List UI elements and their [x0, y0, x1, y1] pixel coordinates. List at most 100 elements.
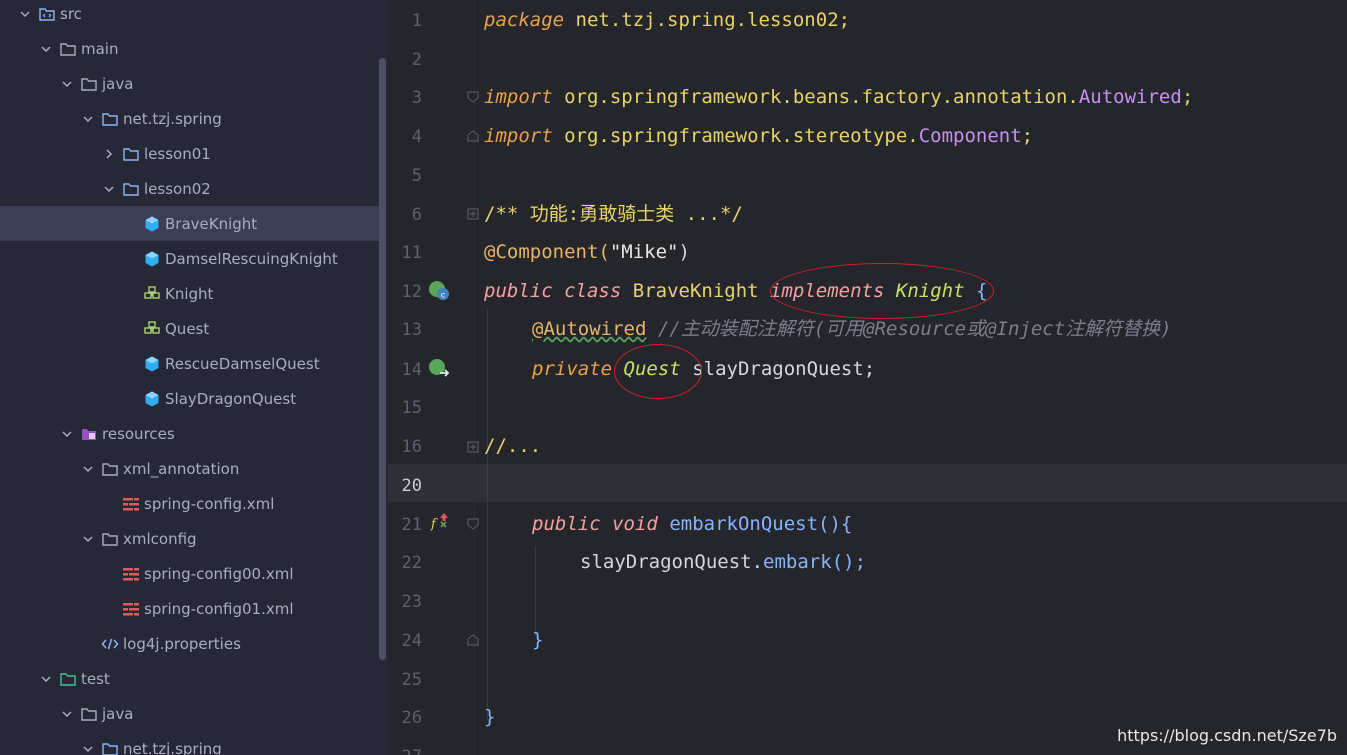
chevron-down-icon[interactable] — [81, 742, 95, 755]
tree-item[interactable]: BraveKnight — [0, 206, 380, 241]
line-number: 6 — [411, 205, 422, 225]
tree-item-label: spring-config.xml — [144, 494, 275, 513]
fold-open-icon[interactable] — [467, 518, 479, 530]
chevron-down-icon[interactable] — [39, 42, 53, 56]
folder-icon — [80, 705, 98, 723]
tree-item-label: DamselRescuingKnight — [165, 249, 338, 268]
tree-item[interactable]: xml_annotation — [0, 451, 388, 486]
fold-expand-icon[interactable] — [467, 441, 479, 453]
code-line-11[interactable]: @Component("Mike") — [484, 233, 690, 271]
tree-item[interactable]: net.tzj.spring — [0, 101, 388, 136]
sidebar-scrollbar[interactable] — [379, 58, 386, 660]
keyword: void — [612, 513, 658, 535]
code-line-3[interactable]: import org.springframework.beans.factory… — [484, 78, 1193, 116]
package-folder-icon — [101, 740, 119, 755]
tree-item[interactable]: xmlconfig — [0, 521, 388, 556]
chevron-down-icon[interactable] — [81, 112, 95, 126]
code-line-1[interactable]: package net.tzj.spring.lesson02; — [484, 1, 850, 39]
tree-item[interactable]: spring-config00.xml — [0, 556, 388, 591]
folder-icon — [101, 460, 119, 478]
tree-item[interactable]: net.tzj.spring — [0, 731, 388, 755]
tree-item-label: log4j.properties — [123, 634, 241, 653]
line-number: 5 — [411, 166, 422, 186]
brace: } — [484, 706, 496, 728]
implements-gutter-icon[interactable]: c — [428, 279, 450, 301]
chevron-down-icon[interactable] — [18, 7, 32, 21]
code-line-22[interactable]: slayDragonQuest.embark(); — [580, 543, 866, 581]
svg-text:f: f — [430, 517, 438, 532]
class-name: BraveKnight — [632, 280, 759, 302]
chevron-down-icon[interactable] — [39, 672, 53, 686]
folder-icon — [80, 75, 98, 93]
collapsed-region[interactable]: //... — [484, 435, 541, 457]
fold-close-icon[interactable] — [467, 130, 479, 142]
tree-item-label: spring-config01.xml — [144, 599, 294, 618]
keyword: package — [484, 9, 565, 31]
collapsed-doc-comment[interactable]: /** 功能:勇敢骑士类 ...*/ — [484, 203, 743, 225]
tree-item[interactable]: RescueDamselQuest — [0, 346, 388, 381]
code-line-26[interactable]: } — [484, 698, 495, 736]
tree-item[interactable]: DamselRescuingKnight — [0, 241, 388, 276]
tree-item-label: java — [102, 74, 134, 93]
chevron-down-icon[interactable] — [81, 462, 95, 476]
line-number: 1 — [411, 11, 422, 31]
tree-item[interactable]: SlayDragonQuest — [0, 381, 388, 416]
tree-item[interactable]: src — [0, 0, 388, 31]
semicolon: ; — [1021, 125, 1034, 147]
tree-item[interactable]: java — [0, 696, 388, 731]
tree-item[interactable]: log4j.properties — [0, 626, 388, 661]
tree-item-label: SlayDragonQuest — [165, 389, 297, 408]
chevron-down-icon[interactable] — [81, 532, 95, 546]
class-icon — [143, 215, 161, 233]
keyword: import — [484, 125, 553, 147]
tree-item[interactable]: resources — [0, 416, 388, 451]
current-line-highlight — [388, 464, 1347, 502]
class-icon — [143, 390, 161, 408]
tree-item[interactable]: Knight — [0, 276, 388, 311]
svg-text:c: c — [441, 291, 445, 300]
tree-item[interactable]: main — [0, 31, 388, 66]
line-number: 4 — [411, 127, 422, 147]
code-line-21[interactable]: public void embarkOnQuest(){ — [532, 505, 852, 543]
chevron-down-icon[interactable] — [60, 707, 74, 721]
line-number: 24 — [401, 631, 422, 651]
tree-item-label: BraveKnight — [165, 214, 258, 233]
tree-item-label: xml_annotation — [123, 459, 240, 478]
tree-item[interactable]: lesson01 — [0, 136, 388, 171]
code-line-24[interactable]: } — [532, 621, 543, 659]
chevron-down-icon[interactable] — [60, 77, 74, 91]
keyword: class — [564, 280, 622, 302]
code-editor[interactable]: 1234561112131415162021222324252627 c f p… — [388, 0, 1347, 755]
code-line-16[interactable]: //... — [484, 427, 541, 465]
fold-close-icon[interactable] — [467, 634, 479, 646]
tree-item[interactable]: test — [0, 661, 388, 696]
interface-icon — [143, 320, 161, 338]
tree-item[interactable]: spring-config.xml — [0, 486, 388, 521]
tree-item[interactable]: Quest — [0, 311, 388, 346]
line-number: 12 — [401, 282, 422, 302]
line-number: 23 — [401, 592, 422, 612]
chevron-down-icon[interactable] — [60, 427, 74, 441]
semicolon: ; — [1181, 86, 1194, 108]
tree-item[interactable]: lesson02 — [0, 171, 388, 206]
line-number: 15 — [401, 398, 422, 418]
chevron-right-icon[interactable] — [102, 147, 116, 161]
fold-open-icon[interactable] — [467, 91, 479, 103]
code-line-4[interactable]: import org.springframework.stereotype.Co… — [484, 117, 1033, 155]
tree-item[interactable]: java — [0, 66, 388, 101]
tree-item-label: java — [102, 704, 134, 723]
tree-item[interactable]: spring-config01.xml — [0, 591, 388, 626]
package-folder-icon — [122, 180, 140, 198]
code-line-14[interactable]: private Quest slayDragonQuest; — [532, 350, 875, 388]
chevron-down-icon[interactable] — [102, 182, 116, 196]
test-folder-icon — [59, 670, 77, 688]
fold-expand-icon[interactable] — [467, 208, 479, 220]
comment: //主动装配注解符(可用@Resource或@Inject注解符替换) — [657, 318, 1172, 340]
tree-item-label: net.tzj.spring — [123, 109, 222, 128]
line-number: 22 — [401, 553, 422, 573]
line-number: 13 — [401, 320, 422, 340]
autowired-gutter-icon[interactable] — [428, 357, 450, 379]
tree-item-label: net.tzj.spring — [123, 739, 222, 755]
code-line-6[interactable]: /** 功能:勇敢骑士类 ...*/ — [484, 195, 743, 233]
override-gutter-icon[interactable]: f — [430, 512, 450, 532]
